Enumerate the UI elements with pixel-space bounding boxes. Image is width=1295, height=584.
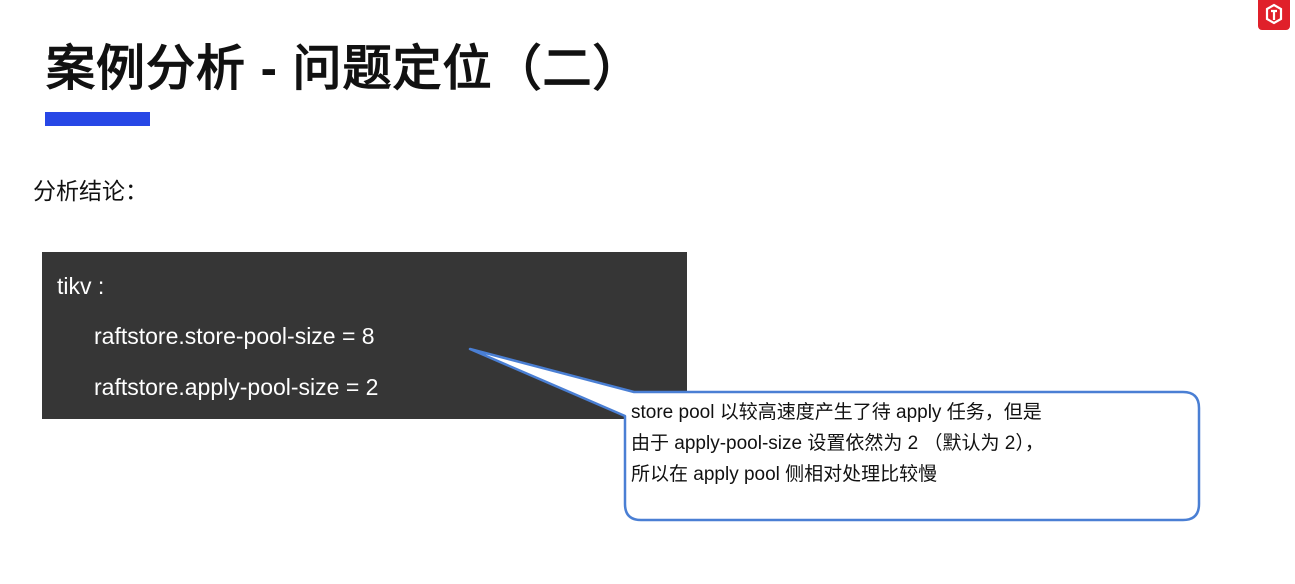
callout-text: store pool 以较高速度产生了待 apply 任务，但是 由于 appl… (631, 397, 1191, 490)
callout-line-1: store pool 以较高速度产生了待 apply 任务，但是 (631, 402, 1042, 423)
callout-bubble (468, 347, 1201, 522)
callout-line-2: 由于 apply-pool-size 设置依然为 2 （默认为 2）， (631, 433, 1044, 454)
callout-line-3: 所以在 apply pool 侧相对处理比较慢 (631, 464, 938, 485)
